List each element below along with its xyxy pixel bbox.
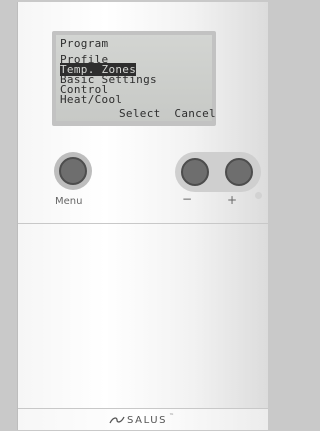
indicator-dot [255, 192, 262, 199]
salus-wave-icon [109, 416, 125, 424]
plus-minus-frame [175, 152, 262, 199]
lower-panel [18, 224, 268, 408]
menu-button[interactable] [59, 157, 87, 185]
lcd-title: Program [60, 37, 109, 50]
thermostat-device: Program Profile Temp. Zones Basic Settin… [17, 2, 268, 430]
menu-button-label: Menu [55, 196, 83, 207]
lcd-softkeys: Select Cancel [119, 107, 216, 120]
minus-button[interactable] [181, 158, 209, 186]
lcd-bezel: Program Profile Temp. Zones Basic Settin… [52, 31, 216, 126]
minus-button-label: − [182, 192, 193, 206]
control-panel: Program Profile Temp. Zones Basic Settin… [18, 2, 268, 223]
plus-button-label: + [227, 193, 238, 207]
salus-logo-text: SALUS [127, 414, 168, 426]
softkey-cancel: Cancel [174, 107, 216, 120]
plus-button[interactable] [225, 158, 253, 186]
lcd-menu-item-heat-cool[interactable]: Heat/Cool [60, 94, 212, 105]
salus-logo: SALUS ™ [109, 413, 174, 427]
softkey-select: Select [119, 107, 161, 120]
menu-button-ring [54, 152, 92, 190]
trademark-mark: ™ [169, 413, 175, 419]
lcd-screen: Program Profile Temp. Zones Basic Settin… [56, 35, 216, 121]
